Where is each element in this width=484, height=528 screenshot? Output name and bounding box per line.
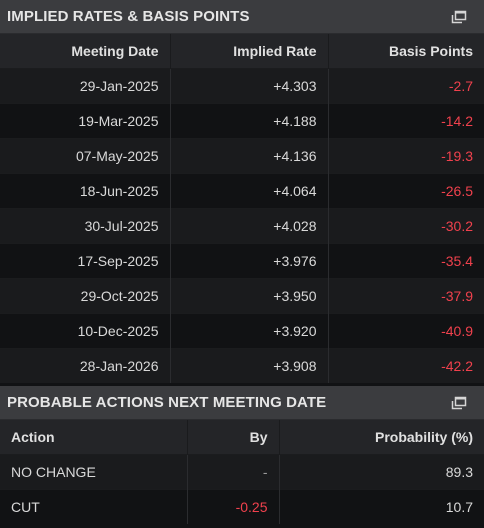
basis-points-cell: -40.9 <box>328 312 484 348</box>
implied-rates-table: Meeting Date Implied Rate Basis Points 2… <box>0 34 484 383</box>
col-basis-points[interactable]: Basis Points <box>328 34 484 68</box>
table-row[interactable]: 18-Jun-2025 +4.064 -26.5 <box>0 172 484 208</box>
basis-points-cell: -14.2 <box>328 102 484 138</box>
meeting-date-cell: 29-Oct-2025 <box>0 277 171 313</box>
basis-points-cell: -30.2 <box>328 207 484 243</box>
probability-cell: 10.7 <box>279 488 484 524</box>
basis-points-cell: -26.5 <box>328 172 484 208</box>
meeting-date-cell: 10-Dec-2025 <box>0 312 171 348</box>
meeting-date-cell: 30-Jul-2025 <box>0 207 171 243</box>
implied-rate-cell: +3.976 <box>170 242 329 278</box>
meeting-date-cell: 17-Sep-2025 <box>0 242 171 278</box>
implied-rate-cell: +4.136 <box>170 137 329 173</box>
table-row[interactable]: 07-May-2025 +4.136 -19.3 <box>0 137 484 173</box>
implied-rate-cell: +4.303 <box>170 67 329 103</box>
basis-points-cell: -2.7 <box>328 67 484 103</box>
probable-actions-table: Action By Probability (%) NO CHANGE -89.3… <box>0 420 484 524</box>
action-cell: NO CHANGE <box>0 453 188 489</box>
meeting-date-cell: 29-Jan-2025 <box>0 67 171 103</box>
col-action[interactable]: Action <box>0 420 188 454</box>
action-cell: CUT <box>0 488 188 524</box>
basis-points-cell: -42.2 <box>328 347 484 383</box>
col-meeting-date[interactable]: Meeting Date <box>0 34 171 68</box>
probability-cell: 89.3 <box>279 453 484 489</box>
probable-actions-title: PROBABLE ACTIONS NEXT MEETING DATE <box>7 394 327 411</box>
implied-rates-header: IMPLIED RATES & BASIS POINTS <box>0 0 484 34</box>
implied-rate-cell: +3.908 <box>170 347 329 383</box>
table-row[interactable]: CUT -0.25 10.7 <box>0 488 484 524</box>
table-row[interactable]: NO CHANGE -89.3 <box>0 453 484 489</box>
probable-actions-panel: PROBABLE ACTIONS NEXT MEETING DATE Actio… <box>0 386 484 524</box>
table-row[interactable]: 10-Dec-2025 +3.920 -40.9 <box>0 312 484 348</box>
meeting-date-cell: 28-Jan-2026 <box>0 347 171 383</box>
implied-rate-cell: +3.920 <box>170 312 329 348</box>
basis-points-cell: -19.3 <box>328 137 484 173</box>
implied-rate-cell: +3.950 <box>170 277 329 313</box>
implied-rates-title: IMPLIED RATES & BASIS POINTS <box>7 8 250 25</box>
meeting-date-cell: 07-May-2025 <box>0 137 171 173</box>
popout-window-icon[interactable] <box>442 5 476 29</box>
implied-rate-cell: +4.028 <box>170 207 329 243</box>
basis-points-cell: -37.9 <box>328 277 484 313</box>
by-cell: - <box>187 453 280 489</box>
table-row[interactable]: 19-Mar-2025 +4.188 -14.2 <box>0 102 484 138</box>
col-by[interactable]: By <box>187 420 280 454</box>
meeting-date-cell: 19-Mar-2025 <box>0 102 171 138</box>
table-row[interactable]: 30-Jul-2025 +4.028 -30.2 <box>0 207 484 243</box>
basis-points-cell: -35.4 <box>328 242 484 278</box>
by-cell: -0.25 <box>187 488 280 524</box>
table-row[interactable]: 29-Oct-2025 +3.950 -37.9 <box>0 277 484 313</box>
implied-rate-cell: +4.064 <box>170 172 329 208</box>
table-header-row: Action By Probability (%) <box>0 420 484 454</box>
implied-rate-cell: +4.188 <box>170 102 329 138</box>
meeting-date-cell: 18-Jun-2025 <box>0 172 171 208</box>
table-header-row: Meeting Date Implied Rate Basis Points <box>0 34 484 68</box>
probable-actions-header: PROBABLE ACTIONS NEXT MEETING DATE <box>0 386 484 420</box>
implied-rates-panel: IMPLIED RATES & BASIS POINTS Meeting Dat… <box>0 0 484 383</box>
col-probability[interactable]: Probability (%) <box>279 420 484 454</box>
col-implied-rate[interactable]: Implied Rate <box>170 34 329 68</box>
table-row[interactable]: 28-Jan-2026 +3.908 -42.2 <box>0 347 484 383</box>
table-row[interactable]: 17-Sep-2025 +3.976 -35.4 <box>0 242 484 278</box>
table-row[interactable]: 29-Jan-2025 +4.303 -2.7 <box>0 67 484 103</box>
popout-window-icon[interactable] <box>442 391 476 415</box>
